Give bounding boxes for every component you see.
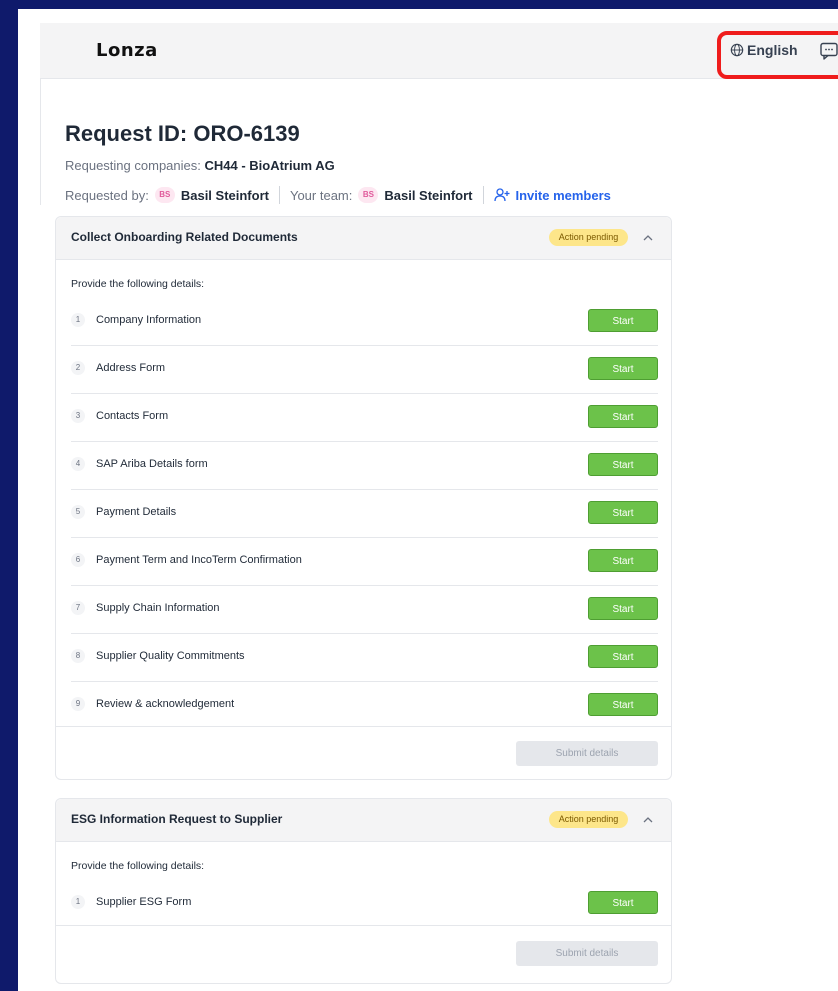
list-item: 2 Address Form Start [71,345,658,394]
step-number: 1 [71,895,85,909]
section-header[interactable]: Collect Onboarding Related Documents Act… [56,217,671,260]
invite-members-button[interactable]: Invite members [493,187,611,203]
chevron-up-icon[interactable] [641,231,655,245]
list-item: 4 SAP Ariba Details form Start [71,441,658,490]
requested-by-label: Requested by: [65,187,149,203]
list-item: 5 Payment Details Start [71,489,658,538]
list-item: 9 Review & acknowledgement Start [71,681,658,729]
divider [482,186,484,204]
section-card-esg: ESG Information Request to Supplier Acti… [55,798,672,984]
section-card-onboarding: Collect Onboarding Related Documents Act… [55,216,672,780]
list-item: 1 Supplier ESG Form Start [71,879,658,927]
lonza-logo: Lonza [96,40,158,61]
step-number: 6 [71,553,85,567]
step-label: Contacts Form [96,410,169,422]
start-button[interactable]: Start [588,501,658,524]
step-number: 1 [71,313,85,327]
list-item: 1 Company Information Start [71,297,658,346]
start-button[interactable]: Start [588,597,658,620]
requested-by-name: Basil Steinfort [180,187,269,203]
step-label: Company Information [96,314,202,326]
chevron-up-icon[interactable] [641,813,655,827]
step-label: Review & acknowledgement [96,698,235,710]
section-intro: Provide the following details: [71,278,205,290]
step-number: 4 [71,457,85,471]
team-label: Your team: [289,187,353,203]
list-item: 3 Contacts Form Start [71,393,658,442]
step-label: Supplier ESG Form [96,896,192,908]
step-label: Supply Chain Information [96,602,220,614]
request-meta: Requested by: BS Basil Steinfort Your te… [65,186,611,204]
list-item: 6 Payment Term and IncoTerm Confirmation… [71,537,658,586]
requesting-companies-value: CH44 - BioAtrium AG [204,158,335,173]
section-title: Collect Onboarding Related Documents [71,230,298,244]
step-label: Payment Term and IncoTerm Confirmation [96,554,302,566]
step-number: 8 [71,649,85,663]
step-label: Payment Details [96,506,177,518]
avatar: BS [358,187,379,203]
avatar: BS [154,187,175,203]
status-badge: Action pending [549,229,628,246]
submit-details-button[interactable]: Submit details [516,941,658,966]
status-badge: Action pending [549,811,628,828]
divider [40,78,41,205]
start-button[interactable]: Start [588,645,658,668]
section-intro: Provide the following details: [71,860,205,872]
step-number: 5 [71,505,85,519]
divider [278,186,280,204]
start-button[interactable]: Start [588,405,658,428]
list-item: 8 Supplier Quality Commitments Start [71,633,658,682]
step-number: 3 [71,409,85,423]
step-number: 7 [71,601,85,615]
requesting-companies-label: Requesting companies: [65,158,201,173]
requesting-companies: Requesting companies: CH44 - BioAtrium A… [65,158,335,173]
invite-members-label: Invite members [515,187,611,203]
start-button[interactable]: Start [588,453,658,476]
top-bar: Lonza English [40,23,838,79]
start-button[interactable]: Start [588,891,658,914]
start-button[interactable]: Start [588,693,658,716]
highlight-box [717,31,838,79]
section-footer: Submit details [56,925,671,984]
section-title: ESG Information Request to Supplier [71,812,283,826]
start-button[interactable]: Start [588,357,658,380]
step-label: Supplier Quality Commitments [96,650,245,662]
step-number: 2 [71,361,85,375]
start-button[interactable]: Start [588,549,658,572]
page-title: Request ID: ORO-6139 [65,121,300,146]
start-button[interactable]: Start [588,309,658,332]
team-member-name: Basil Steinfort [384,187,473,203]
window-frame-top [0,0,838,9]
list-item: 7 Supply Chain Information Start [71,585,658,634]
step-number: 9 [71,697,85,711]
page: Lonza English Request ID: ORO-6139 Reque… [18,9,838,991]
window-frame-left [0,0,18,991]
section-footer: Submit details [56,726,671,781]
add-user-icon [493,188,509,202]
step-label: SAP Ariba Details form [96,458,208,470]
section-header[interactable]: ESG Information Request to Supplier Acti… [56,799,671,842]
submit-details-button[interactable]: Submit details [516,741,658,766]
step-label: Address Form [96,362,166,374]
